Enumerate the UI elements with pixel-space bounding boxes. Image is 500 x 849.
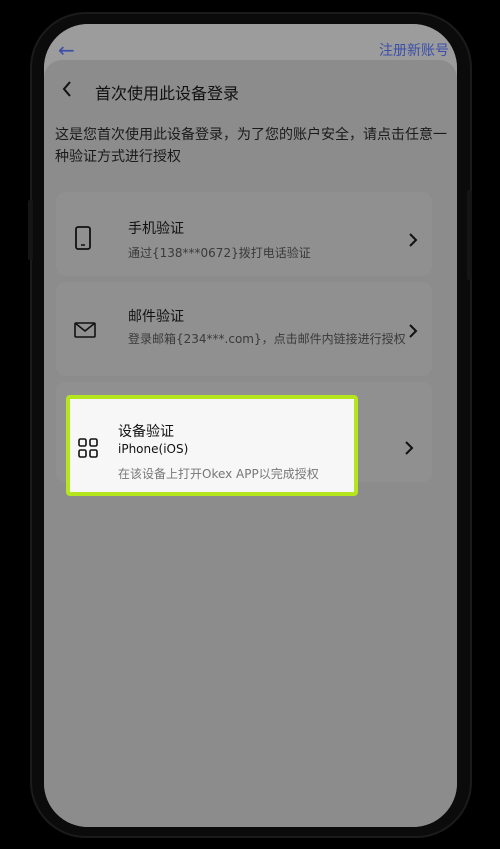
intro-text: 这是您首次使用此设备登录，为了您的账户安全，请点击任意一种验证方式进行授权: [55, 127, 447, 165]
option-title: 邮件验证: [128, 309, 184, 325]
phone-verification-option[interactable]: 手机验证 通过{138***0672}拨打电话验证: [56, 192, 432, 276]
register-link[interactable]: 注册新账号: [379, 40, 449, 60]
phone-power-button: [467, 190, 472, 280]
device-verification-option[interactable]: 设备验证 iPhone(iOS) 在该设备上打开Okex APP以完成授权: [66, 395, 358, 496]
back-button[interactable]: [52, 74, 82, 104]
back-arrow-icon: ←: [58, 38, 75, 62]
option-description: 通过{138***0672}拨打电话验证: [128, 246, 311, 260]
option-description: 登录邮箱{234***.com}，点击邮件内链接进行授权: [128, 332, 406, 346]
sheet-header: 首次使用此设备登录: [44, 60, 457, 120]
device-grid-icon: [78, 438, 98, 458]
chevron-right-icon: [409, 233, 418, 247]
option-description: 在该设备上打开Okex APP以完成授权: [118, 467, 319, 481]
chevron-left-icon: [62, 81, 71, 97]
email-verification-option[interactable]: 邮件验证 登录邮箱{234***.com}，点击邮件内链接进行授权: [56, 282, 432, 376]
device-name: iPhone(iOS): [118, 442, 189, 456]
mail-icon: [74, 322, 96, 338]
option-title: 手机验证: [128, 221, 184, 237]
chevron-right-icon: [409, 324, 418, 338]
phone-side-button: [28, 200, 33, 260]
chevron-right-icon[interactable]: [404, 440, 414, 456]
phone-icon: [75, 226, 91, 250]
page-title: 首次使用此设备登录: [95, 84, 240, 103]
option-title: 设备验证: [118, 424, 174, 440]
